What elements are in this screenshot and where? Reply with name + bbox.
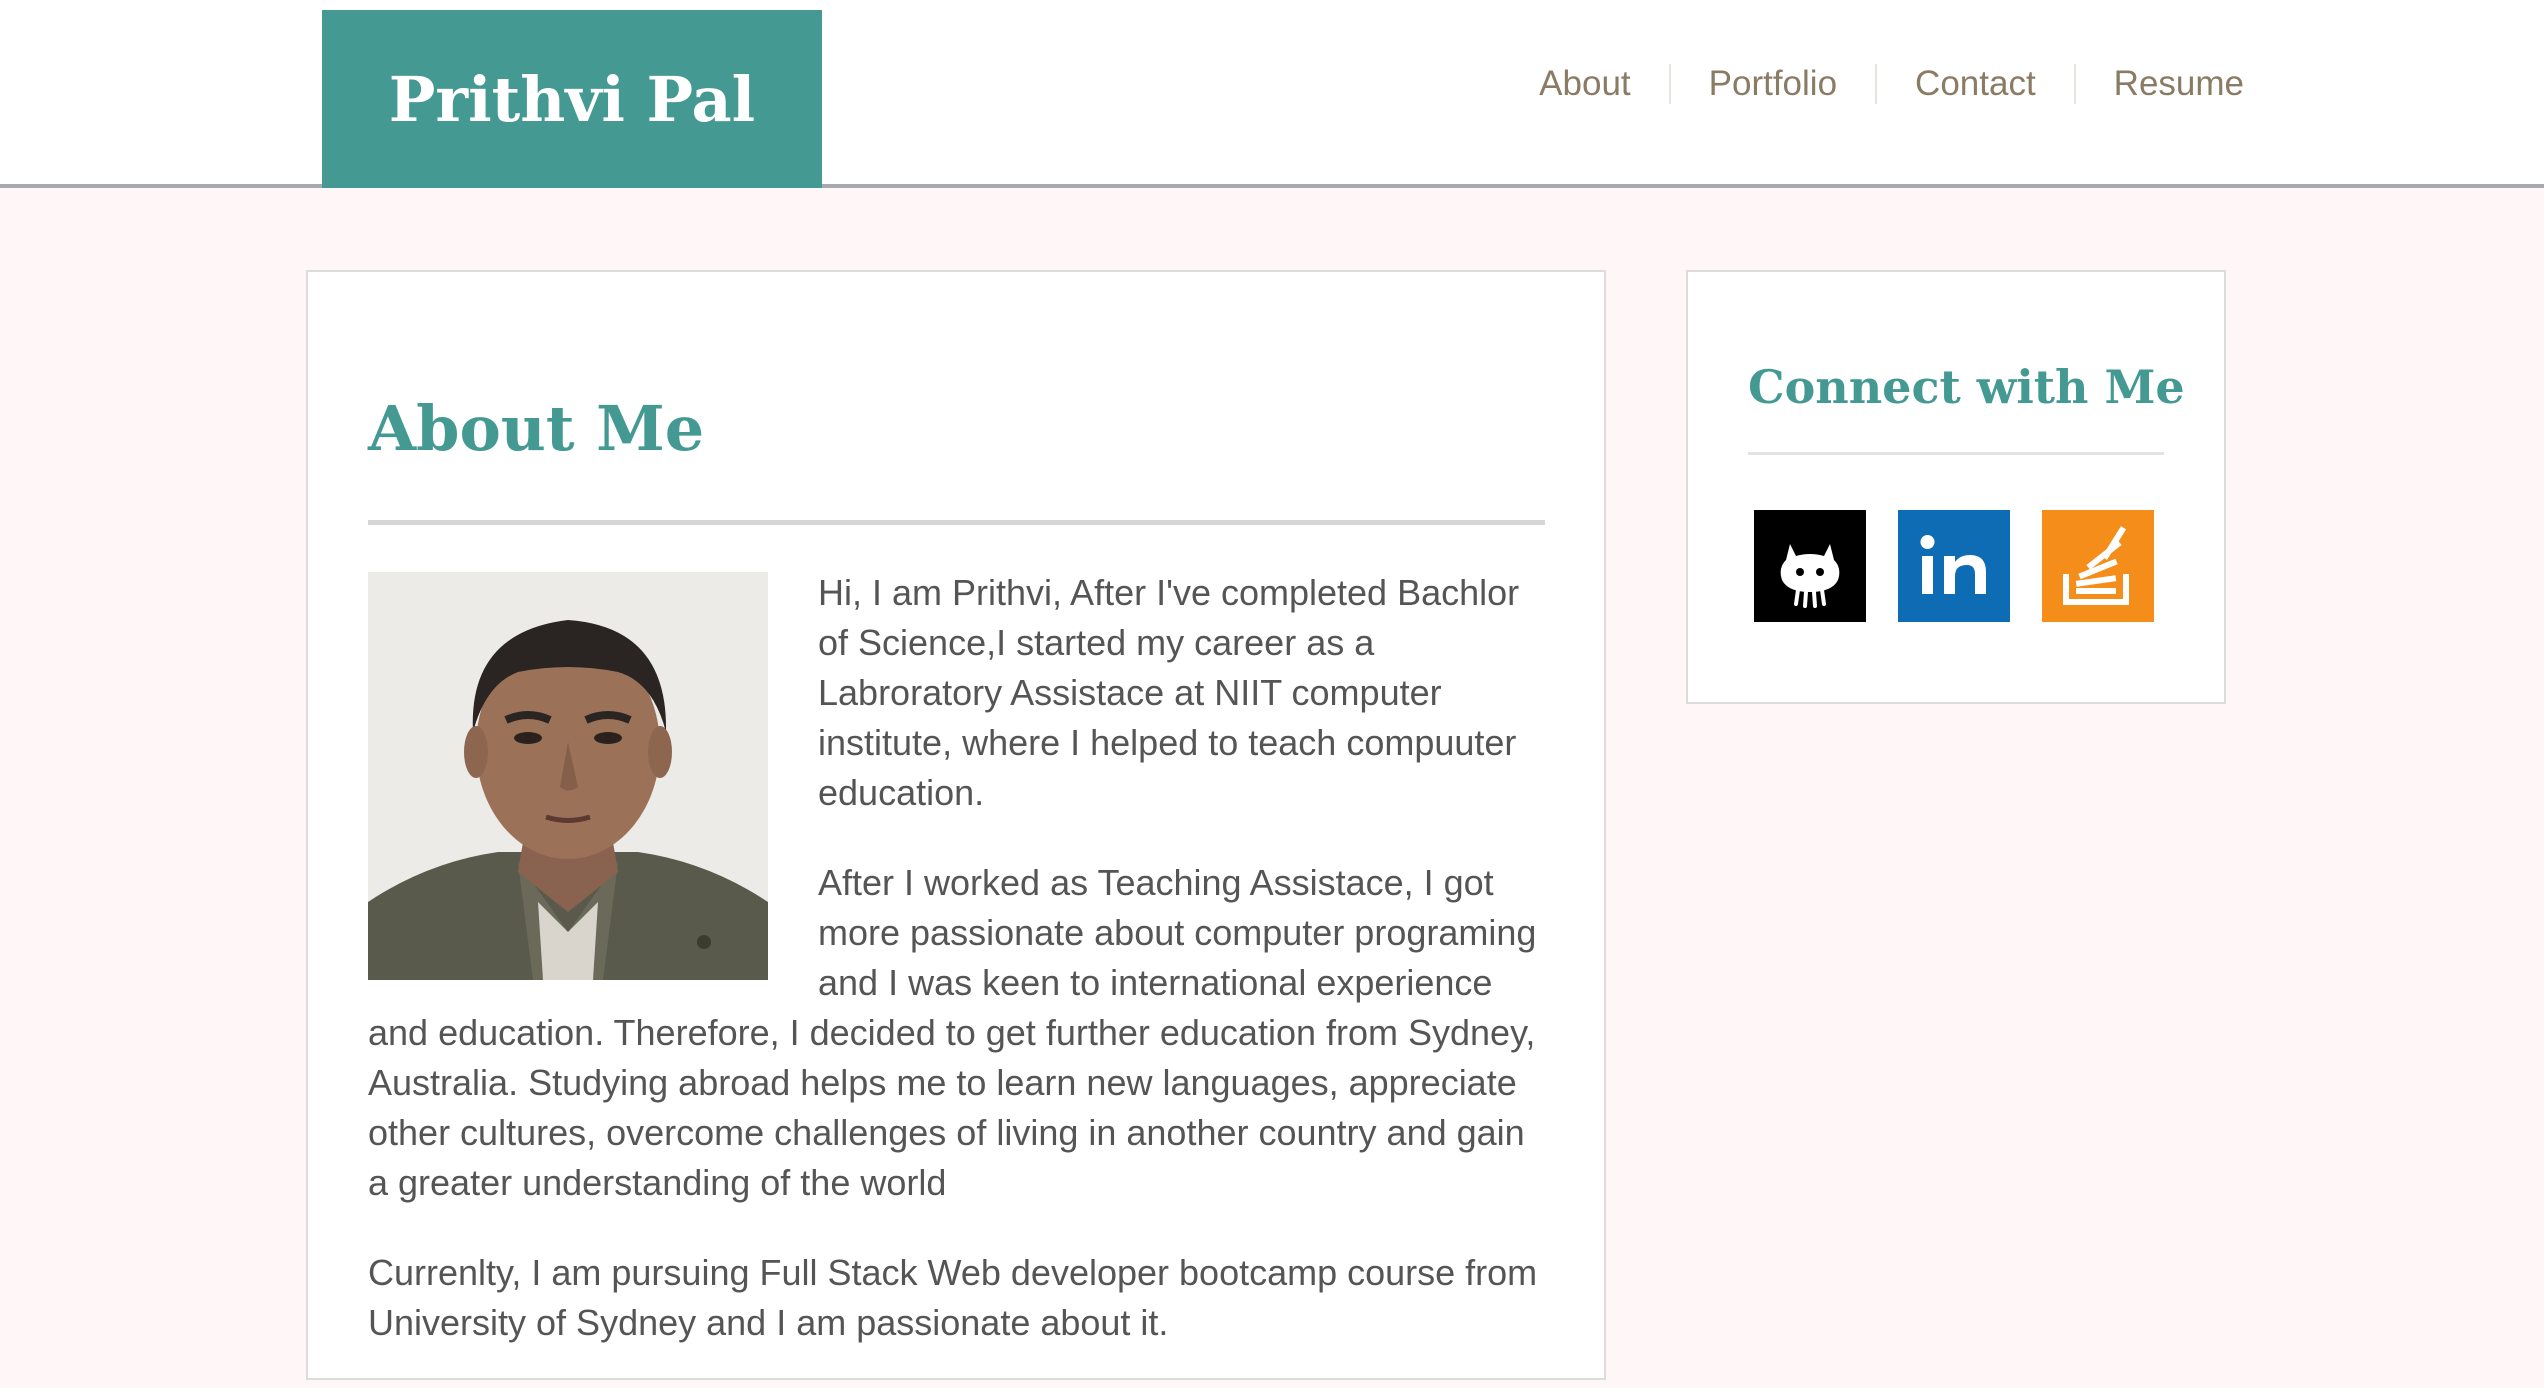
about-divider: [368, 520, 1545, 525]
connect-divider: [1748, 452, 2164, 455]
brand-name: Prithvi Pal: [388, 62, 756, 136]
nav-link-portfolio[interactable]: Portfolio: [1668, 64, 1875, 104]
connect-title: Connect with Me: [1748, 360, 2185, 414]
stackoverflow-icon[interactable]: [2042, 510, 2154, 622]
nav-link-contact[interactable]: Contact: [1875, 64, 2074, 104]
github-icon[interactable]: [1754, 510, 1866, 622]
nav-link-about[interactable]: About: [1501, 64, 1668, 104]
about-card: About Me Hi, I am Prithvi, After I've co…: [306, 270, 1606, 1380]
profile-photo: [368, 572, 768, 980]
about-paragraph-3: Currenlty, I am pursuing Full Stack Web …: [368, 1252, 1538, 1343]
site-header: Prithvi Pal About Portfolio Contact Resu…: [0, 0, 2544, 188]
about-title: About Me: [368, 392, 705, 465]
linkedin-icon[interactable]: [1898, 510, 2010, 622]
about-body: Hi, I am Prithvi, After I've completed B…: [368, 568, 1545, 1388]
connect-card: Connect with Me: [1686, 270, 2226, 704]
brand-logo[interactable]: Prithvi Pal: [322, 10, 822, 188]
main-nav: About Portfolio Contact Resume: [1501, 58, 2244, 110]
nav-link-resume[interactable]: Resume: [2073, 64, 2244, 104]
